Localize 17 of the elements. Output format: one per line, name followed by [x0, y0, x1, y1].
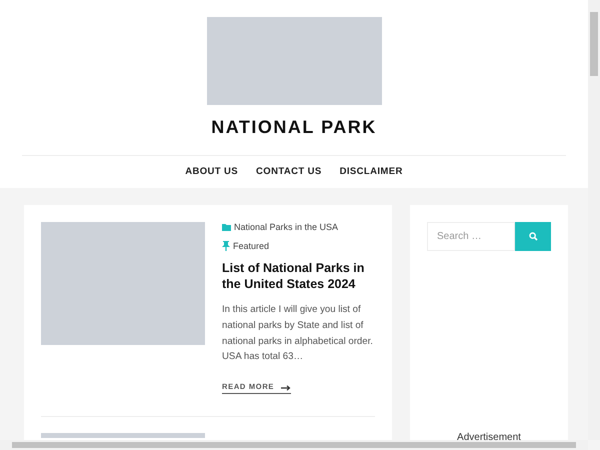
nav-link[interactable]: CONTACT US — [256, 166, 322, 177]
advertisement-label: Advertisement — [457, 432, 521, 443]
site-title[interactable]: NATIONAL PARK — [211, 117, 377, 138]
post-title[interactable]: List of National Parks in the United States 2024 — [222, 260, 374, 292]
arrow-icon — [281, 384, 292, 391]
nav-link[interactable]: DISCLAIMER — [340, 166, 403, 177]
pin-icon — [222, 241, 230, 251]
nav-link[interactable]: ABOUT US — [185, 166, 238, 177]
post-thumbnail[interactable] — [41, 433, 205, 438]
search-button[interactable] — [515, 222, 551, 251]
folder-icon — [222, 223, 231, 231]
post-thumbnail[interactable] — [41, 222, 205, 345]
post-excerpt: In this article I will give you list of national parks by State and list of national parks in alphabetical order. USA has total 63… — [222, 303, 374, 364]
search-icon — [528, 232, 538, 241]
featured-label: Featured — [222, 241, 374, 251]
category-link[interactable]: National Parks in the USA — [222, 222, 374, 232]
search-field[interactable]: Search … — [427, 222, 515, 251]
